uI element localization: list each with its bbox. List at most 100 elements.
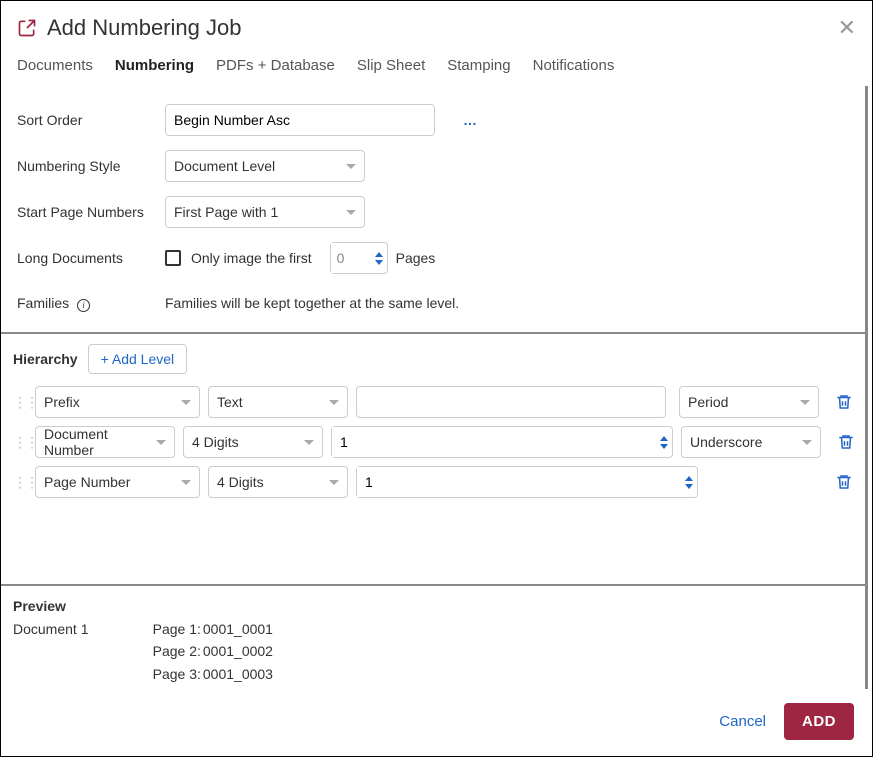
- hierarchy-suffix-value: Period: [688, 394, 728, 410]
- hierarchy-type-value: 4 Digits: [192, 434, 239, 450]
- hierarchy-value-input[interactable]: [356, 386, 666, 418]
- chevron-down-icon: [181, 400, 191, 405]
- spin-down-icon[interactable]: [660, 444, 668, 449]
- hierarchy-suffix-value: Underscore: [690, 434, 762, 450]
- label-start-page-numbers: Start Page Numbers: [17, 204, 165, 220]
- spin-up-icon[interactable]: [660, 436, 668, 441]
- preview-title: Preview: [13, 598, 853, 614]
- hierarchy-row: Document Number 4 Digits Underscore: [13, 426, 853, 458]
- families-text: Families will be kept together at the sa…: [165, 295, 459, 311]
- tab-slip-sheet[interactable]: Slip Sheet: [357, 57, 425, 74]
- preview-page-value: 0001_0001: [203, 621, 273, 637]
- preview-page-value: 0001_0003: [203, 666, 273, 682]
- label-long-documents: Long Documents: [17, 250, 165, 266]
- drag-handle-icon[interactable]: [13, 478, 27, 486]
- dialog-title: Add Numbering Job: [47, 15, 838, 41]
- row-families: Families i Families will be kept togethe…: [17, 288, 849, 318]
- hierarchy-section: Hierarchy + Add Level Prefix Text Period: [1, 332, 868, 584]
- chevron-down-icon: [346, 210, 356, 215]
- long-documents-checkbox-label: Only image the first: [191, 250, 312, 266]
- hierarchy-name-select[interactable]: Prefix: [35, 386, 200, 418]
- long-documents-suffix: Pages: [396, 250, 436, 266]
- preview-page-label: Page 2:: [145, 640, 201, 662]
- spin-down-icon[interactable]: [685, 484, 693, 489]
- hierarchy-value-stepper[interactable]: [331, 426, 673, 458]
- hierarchy-value-input[interactable]: [357, 467, 681, 497]
- tab-documents[interactable]: Documents: [17, 57, 93, 74]
- info-icon[interactable]: i: [77, 299, 90, 312]
- numbering-style-select[interactable]: Document Level: [165, 150, 365, 182]
- close-icon[interactable]: ✕: [838, 17, 856, 39]
- sort-order-more-icon[interactable]: …: [463, 112, 478, 128]
- hierarchy-name-value: Document Number: [44, 426, 148, 458]
- label-numbering-style: Numbering Style: [17, 158, 165, 174]
- hierarchy-type-select[interactable]: 4 Digits: [208, 466, 348, 498]
- chevron-down-icon: [156, 440, 166, 445]
- add-numbering-job-dialog: Add Numbering Job ✕ Documents Numbering …: [0, 0, 873, 757]
- hierarchy-name-select[interactable]: Document Number: [35, 426, 175, 458]
- spin-up-icon[interactable]: [685, 476, 693, 481]
- chevron-down-icon: [802, 440, 812, 445]
- sort-order-input[interactable]: [165, 104, 435, 136]
- trash-icon[interactable]: [835, 473, 853, 491]
- tab-pdfs-database[interactable]: PDFs + Database: [216, 57, 335, 74]
- dialog-footer: Cancel ADD: [1, 689, 872, 756]
- long-documents-checkbox[interactable]: [165, 250, 181, 266]
- tab-numbering[interactable]: Numbering: [115, 57, 194, 74]
- drag-handle-icon[interactable]: [13, 398, 27, 406]
- spin-down-icon[interactable]: [375, 260, 383, 265]
- chevron-down-icon: [800, 400, 810, 405]
- hierarchy-type-value: 4 Digits: [217, 474, 264, 490]
- label-sort-order: Sort Order: [17, 112, 165, 128]
- hierarchy-value-stepper[interactable]: [356, 466, 698, 498]
- form-area: Sort Order … Numbering Style Document Le…: [1, 86, 868, 332]
- label-families-text: Families: [17, 295, 69, 311]
- row-start-page-numbers: Start Page Numbers First Page with 1: [17, 196, 849, 228]
- hierarchy-type-value: Text: [217, 394, 243, 410]
- spin-up-icon[interactable]: [375, 252, 383, 257]
- hierarchy-type-select[interactable]: Text: [208, 386, 348, 418]
- hierarchy-name-value: Prefix: [44, 394, 80, 410]
- tab-notifications[interactable]: Notifications: [533, 57, 615, 74]
- preview-doc-label: Document 1: [13, 618, 141, 640]
- label-families: Families i: [17, 295, 165, 312]
- preview-grid: Document 1 Page 1:0001_0001 Page 2:0001_…: [13, 618, 853, 685]
- start-page-numbers-value: First Page with 1: [174, 204, 278, 220]
- hierarchy-row: Prefix Text Period: [13, 386, 853, 418]
- hierarchy-type-select[interactable]: 4 Digits: [183, 426, 323, 458]
- hierarchy-value-input[interactable]: [332, 427, 656, 457]
- long-documents-pages-input[interactable]: [331, 243, 371, 273]
- add-level-button[interactable]: + Add Level: [88, 344, 188, 374]
- long-documents-pages-stepper[interactable]: [330, 242, 388, 274]
- hierarchy-suffix-select[interactable]: Period: [679, 386, 819, 418]
- preview-page-label: Page 3:: [145, 663, 201, 685]
- trash-icon[interactable]: [837, 433, 855, 451]
- trash-icon[interactable]: [835, 393, 853, 411]
- hierarchy-name-select[interactable]: Page Number: [35, 466, 200, 498]
- add-button[interactable]: ADD: [784, 703, 854, 740]
- chevron-down-icon: [181, 480, 191, 485]
- hierarchy-title: Hierarchy: [13, 351, 78, 367]
- tab-stamping[interactable]: Stamping: [447, 57, 510, 74]
- row-long-documents: Long Documents Only image the first Page…: [17, 242, 849, 274]
- numbering-style-value: Document Level: [174, 158, 275, 174]
- preview-section: Preview Document 1 Page 1:0001_0001 Page…: [1, 584, 868, 689]
- row-sort-order: Sort Order …: [17, 104, 849, 136]
- tabs: Documents Numbering PDFs + Database Slip…: [1, 51, 872, 86]
- chevron-down-icon: [346, 164, 356, 169]
- hierarchy-header: Hierarchy + Add Level: [13, 344, 853, 374]
- chevron-down-icon: [329, 480, 339, 485]
- chevron-down-icon: [329, 400, 339, 405]
- start-page-numbers-select[interactable]: First Page with 1: [165, 196, 365, 228]
- cancel-button[interactable]: Cancel: [719, 713, 766, 730]
- preview-page-label: Page 1:: [145, 618, 201, 640]
- chevron-down-icon: [304, 440, 314, 445]
- dialog-header: Add Numbering Job ✕: [1, 1, 872, 51]
- drag-handle-icon[interactable]: [13, 438, 27, 446]
- hierarchy-suffix-select[interactable]: Underscore: [681, 426, 821, 458]
- row-numbering-style: Numbering Style Document Level: [17, 150, 849, 182]
- hierarchy-name-value: Page Number: [44, 474, 130, 490]
- preview-page-value: 0001_0002: [203, 643, 273, 659]
- hierarchy-row: Page Number 4 Digits: [13, 466, 853, 498]
- share-icon: [17, 18, 37, 38]
